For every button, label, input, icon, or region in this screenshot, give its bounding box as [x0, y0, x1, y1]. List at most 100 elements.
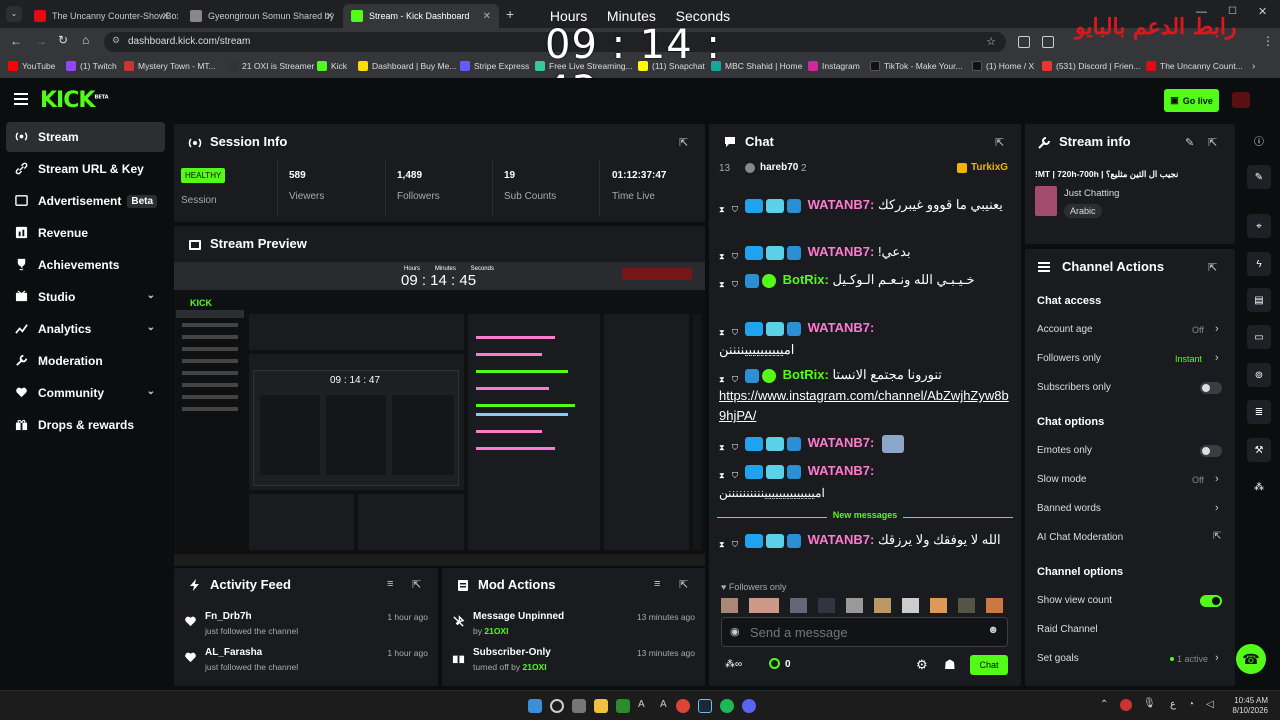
- reload-icon[interactable]: ↻: [58, 33, 68, 47]
- edit-pencil-icon[interactable]: ✎: [1247, 165, 1271, 189]
- edit-pencil-icon[interactable]: ✎: [1185, 136, 1197, 149]
- avatar[interactable]: [790, 598, 807, 613]
- chat-link[interactable]: https://www.instagram.com/channel/AbZwjh…: [719, 386, 1009, 426]
- set-goals-row[interactable]: Set goals 1 active ›: [1025, 650, 1235, 668]
- popout-icon[interactable]: ⇱: [679, 578, 691, 591]
- forward-icon[interactable]: →: [35, 34, 47, 48]
- xbox-icon[interactable]: [616, 699, 630, 713]
- category-thumbnail[interactable]: [1035, 186, 1057, 216]
- sidebar-item-stream-url[interactable]: Stream URL & Key: [6, 154, 165, 184]
- sidebar-item-studio[interactable]: Studio ⌄: [6, 282, 165, 312]
- tab-search-button[interactable]: ⌄: [6, 6, 22, 22]
- avatar[interactable]: [749, 598, 779, 613]
- account-age-row[interactable]: Account age Off ›: [1025, 321, 1235, 339]
- new-messages-divider[interactable]: New messages: [717, 510, 1013, 524]
- popout-icon[interactable]: ⇱: [412, 578, 424, 591]
- category-name[interactable]: Just Chatting: [1064, 188, 1119, 199]
- bookmark-star-icon[interactable]: ☆: [986, 35, 996, 48]
- stack-icon[interactable]: ≣: [1247, 400, 1271, 424]
- users-icon[interactable]: ⁂∞: [725, 659, 742, 670]
- gifter-name[interactable]: hareb70: [760, 162, 798, 173]
- sidebar-item-achievements[interactable]: Achievements: [6, 250, 165, 280]
- chat-bubble-icon[interactable]: ▭: [1247, 325, 1271, 349]
- sidebar-item-analytics[interactable]: Analytics ⌄: [6, 314, 165, 344]
- chat-bot-icon[interactable]: ☗: [944, 657, 956, 673]
- menu-icon[interactable]: ⋮: [1262, 34, 1274, 48]
- settings-gear-icon[interactable]: ⚙: [916, 657, 928, 673]
- avatar[interactable]: [930, 598, 947, 613]
- avatar[interactable]: [902, 598, 919, 613]
- discord-icon[interactable]: [742, 699, 756, 713]
- chrome-icon[interactable]: [676, 699, 690, 713]
- filter-icon[interactable]: ≡: [387, 578, 399, 590]
- sidebar-item-revenue[interactable]: Revenue: [6, 218, 165, 248]
- bookmark-uncanny[interactable]: The Uncanny Count...: [1146, 61, 1243, 71]
- browser-tab-active[interactable]: Stream - Kick Dashboard ✕: [343, 4, 499, 28]
- extensions-puzzle-icon[interactable]: [1042, 36, 1054, 48]
- go-live-button[interactable]: ▣ Go live: [1164, 89, 1219, 112]
- new-tab-button[interactable]: +: [506, 6, 514, 22]
- avatar[interactable]: [846, 598, 863, 613]
- speaker-icon[interactable]: ◁: [1206, 699, 1214, 710]
- hamburger-menu-icon[interactable]: [14, 93, 28, 105]
- home-icon[interactable]: ⌂: [82, 33, 89, 47]
- chat-username[interactable]: WATANB7:: [808, 244, 875, 259]
- bookmark-youtube[interactable]: YouTube: [8, 61, 55, 71]
- bookmark-mystery-town[interactable]: Mystery Town - MT...: [124, 61, 216, 71]
- file-explorer-icon[interactable]: [594, 699, 608, 713]
- popout-icon[interactable]: ⇱: [995, 136, 1007, 149]
- close-tab-icon[interactable]: ✕: [162, 11, 170, 22]
- avatar[interactable]: [818, 598, 835, 613]
- raid-channel-row[interactable]: Raid Channel: [1025, 621, 1235, 639]
- avatar[interactable]: [874, 598, 891, 613]
- browser-tab[interactable]: Gyeongiroun Somun Shared by ✕: [182, 4, 342, 28]
- chat-username[interactable]: WATANB7:: [808, 463, 875, 478]
- bookmark-tiktok[interactable]: TikTok - Make Your...: [870, 61, 963, 71]
- users-icon[interactable]: ⁂: [1247, 475, 1271, 499]
- support-chat-button[interactable]: ☎: [1236, 644, 1266, 674]
- app-icon[interactable]: A: [660, 699, 674, 713]
- subscribers-only-toggle[interactable]: [1200, 382, 1222, 394]
- tray-chevron-icon[interactable]: ⌃: [1100, 699, 1108, 710]
- avatar[interactable]: [1232, 92, 1250, 108]
- send-chat-button[interactable]: Chat: [970, 655, 1008, 675]
- follower-name[interactable]: Fn_Drb7h: [205, 611, 252, 622]
- stream-preview-video[interactable]: Hours Minutes Seconds 09 : 14 : 45 KICK 09…: [174, 262, 705, 566]
- sidebar-item-advertisement[interactable]: Advertisement Beta: [6, 186, 165, 216]
- slow-mode-row[interactable]: Slow mode Off ›: [1025, 471, 1235, 489]
- microphone-icon[interactable]: 🎙: [1143, 698, 1156, 709]
- popout-icon[interactable]: ⇱: [679, 136, 691, 149]
- language-indicator[interactable]: ع: [1170, 699, 1176, 710]
- avatar[interactable]: [958, 598, 975, 613]
- back-icon[interactable]: ←: [10, 34, 22, 48]
- lightning-icon[interactable]: ϟ: [1247, 252, 1271, 276]
- top-gifter-name[interactable]: TurkixG: [971, 162, 1008, 173]
- avatar[interactable]: [986, 598, 1003, 613]
- bookmark-x[interactable]: (1) Home / X: [972, 61, 1034, 71]
- avatar[interactable]: [721, 598, 738, 613]
- sidebar-item-stream[interactable]: Stream: [6, 122, 165, 152]
- browser-tab[interactable]: The Uncanny Counter-ShowBox ✕: [26, 4, 178, 28]
- bookmark-discord[interactable]: (531) Discord | Frien...: [1042, 61, 1140, 71]
- close-window-button[interactable]: ✕: [1258, 5, 1267, 18]
- followers-only-row[interactable]: Followers only Instant ›: [1025, 350, 1235, 368]
- show-view-count-toggle[interactable]: [1200, 595, 1222, 607]
- emotes-only-toggle[interactable]: [1200, 445, 1222, 457]
- filter-icon[interactable]: ≡: [654, 578, 666, 590]
- chat-username[interactable]: WATANB7:: [808, 320, 875, 335]
- chat-username[interactable]: WATANB7:: [808, 532, 875, 547]
- sidebar-item-drops[interactable]: Drops & rewards: [6, 410, 165, 440]
- start-button-icon[interactable]: [528, 699, 542, 713]
- emote-picker-icon[interactable]: ◉: [730, 625, 740, 638]
- site-info-icon[interactable]: ⚙: [112, 35, 120, 46]
- bookmark-kick[interactable]: Kick: [317, 61, 347, 71]
- chat-username[interactable]: WATANB7:: [808, 435, 875, 450]
- clock[interactable]: 10:45 AM 8/10/2026: [1228, 696, 1268, 716]
- wifi-icon[interactable]: ◔: [1188, 699, 1194, 710]
- close-tab-icon[interactable]: ✕: [326, 11, 334, 22]
- follower-name[interactable]: AL_Farasha: [205, 647, 262, 658]
- bookmark-stripe[interactable]: Stripe Express: [460, 61, 529, 71]
- chat-username[interactable]: BotRix:: [783, 272, 829, 287]
- popout-icon[interactable]: ⇱: [1208, 136, 1220, 149]
- chat-username[interactable]: BotRix:: [783, 367, 829, 382]
